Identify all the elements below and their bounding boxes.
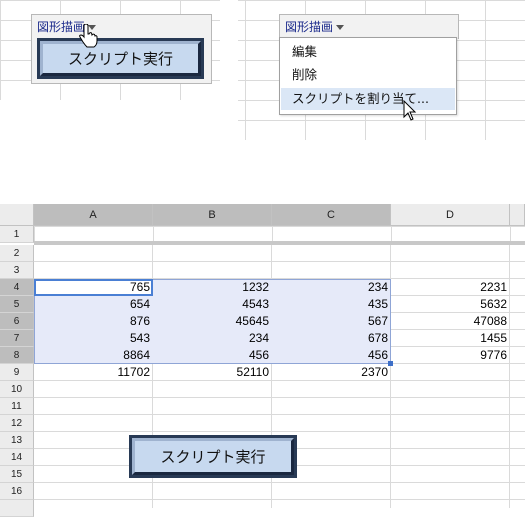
row-header-8[interactable]: 8 bbox=[0, 347, 34, 364]
hand-pointer-cursor-icon bbox=[79, 24, 98, 48]
row-header-5[interactable]: 5 bbox=[0, 296, 34, 313]
cell-d4[interactable]: 2231 bbox=[391, 279, 510, 296]
run-script-button[interactable]: スクリプト実行 bbox=[37, 38, 204, 79]
context-menu: 編集 削除 スクリプトを割り当て... bbox=[279, 37, 457, 115]
row-header-3[interactable]: 3 bbox=[0, 262, 34, 279]
cell-c6[interactable]: 567 bbox=[272, 313, 391, 330]
cell-b8[interactable]: 456 bbox=[153, 347, 272, 364]
row-header-9[interactable]: 9 bbox=[0, 364, 34, 381]
row-header-7[interactable]: 7 bbox=[0, 330, 34, 347]
row-header-16[interactable]: 16 bbox=[0, 483, 34, 500]
run-script-button-sheet-label: スクリプト実行 bbox=[160, 448, 266, 466]
row-header-6[interactable]: 6 bbox=[0, 313, 34, 330]
cell-b4[interactable]: 1232 bbox=[153, 279, 272, 296]
cell-c9[interactable]: 2370 bbox=[272, 364, 391, 381]
row-header-10[interactable]: 10 bbox=[0, 381, 34, 398]
cell-d7[interactable]: 1455 bbox=[391, 330, 510, 347]
row-header-1[interactable]: 1 bbox=[0, 226, 34, 243]
cell-d8[interactable]: 9776 bbox=[391, 347, 510, 364]
select-all-corner[interactable] bbox=[0, 204, 34, 226]
row-header-12[interactable]: 12 bbox=[0, 415, 34, 432]
row-header-4[interactable]: 4 bbox=[0, 279, 34, 296]
drawing-menu-button-right[interactable]: 図形描画 bbox=[285, 18, 345, 35]
column-header-c[interactable]: C bbox=[272, 204, 391, 226]
row-header-13[interactable]: 13 bbox=[0, 432, 34, 449]
menu-item-delete[interactable]: 削除 bbox=[281, 64, 455, 86]
column-header-e[interactable] bbox=[510, 204, 525, 226]
cell-b5[interactable]: 4543 bbox=[153, 296, 272, 313]
chevron-down-icon bbox=[336, 25, 345, 30]
row-header-15[interactable]: 15 bbox=[0, 466, 34, 483]
cell-a5[interactable]: 654 bbox=[34, 296, 153, 313]
cell-a8[interactable]: 8864 bbox=[34, 347, 153, 364]
cell-a4[interactable]: 765 bbox=[34, 279, 153, 296]
menu-item-edit[interactable]: 編集 bbox=[281, 41, 455, 63]
run-script-button-label: スクリプト実行 bbox=[67, 50, 173, 68]
menu-item-assign-script[interactable]: スクリプトを割り当て... bbox=[281, 88, 455, 110]
cell-grid[interactable] bbox=[34, 226, 525, 241]
cell-d6[interactable]: 47088 bbox=[391, 313, 510, 330]
cell-a7[interactable]: 543 bbox=[34, 330, 153, 347]
row-header-2[interactable]: 2 bbox=[0, 245, 34, 262]
row-header-11[interactable]: 11 bbox=[0, 398, 34, 415]
row-header-17[interactable] bbox=[0, 500, 34, 517]
spreadsheet: A B C D 1 2 3 4 5 6 7 8 9 10 11 12 13 14… bbox=[0, 204, 525, 517]
cell-c7[interactable]: 678 bbox=[272, 330, 391, 347]
drawing-menu-label-right: 図形描画 bbox=[285, 20, 334, 34]
column-header-b[interactable]: B bbox=[153, 204, 272, 226]
arrow-cursor-icon bbox=[403, 100, 417, 121]
cell-b9[interactable]: 52110 bbox=[153, 364, 272, 381]
cell-c8[interactable]: 456 bbox=[272, 347, 391, 364]
cell-a6[interactable]: 876 bbox=[34, 313, 153, 330]
cell-b7[interactable]: 234 bbox=[153, 330, 272, 347]
cell-d5[interactable]: 5632 bbox=[391, 296, 510, 313]
cell-b6[interactable]: 45645 bbox=[153, 313, 272, 330]
row-header-14[interactable]: 14 bbox=[0, 449, 34, 466]
run-script-button-sheet[interactable]: スクリプト実行 bbox=[129, 435, 297, 478]
column-header-d[interactable]: D bbox=[391, 204, 510, 226]
cell-c5[interactable]: 435 bbox=[272, 296, 391, 313]
cell-a9[interactable]: 11702 bbox=[34, 364, 153, 381]
column-header-a[interactable]: A bbox=[34, 204, 153, 226]
cell-c4[interactable]: 234 bbox=[272, 279, 391, 296]
